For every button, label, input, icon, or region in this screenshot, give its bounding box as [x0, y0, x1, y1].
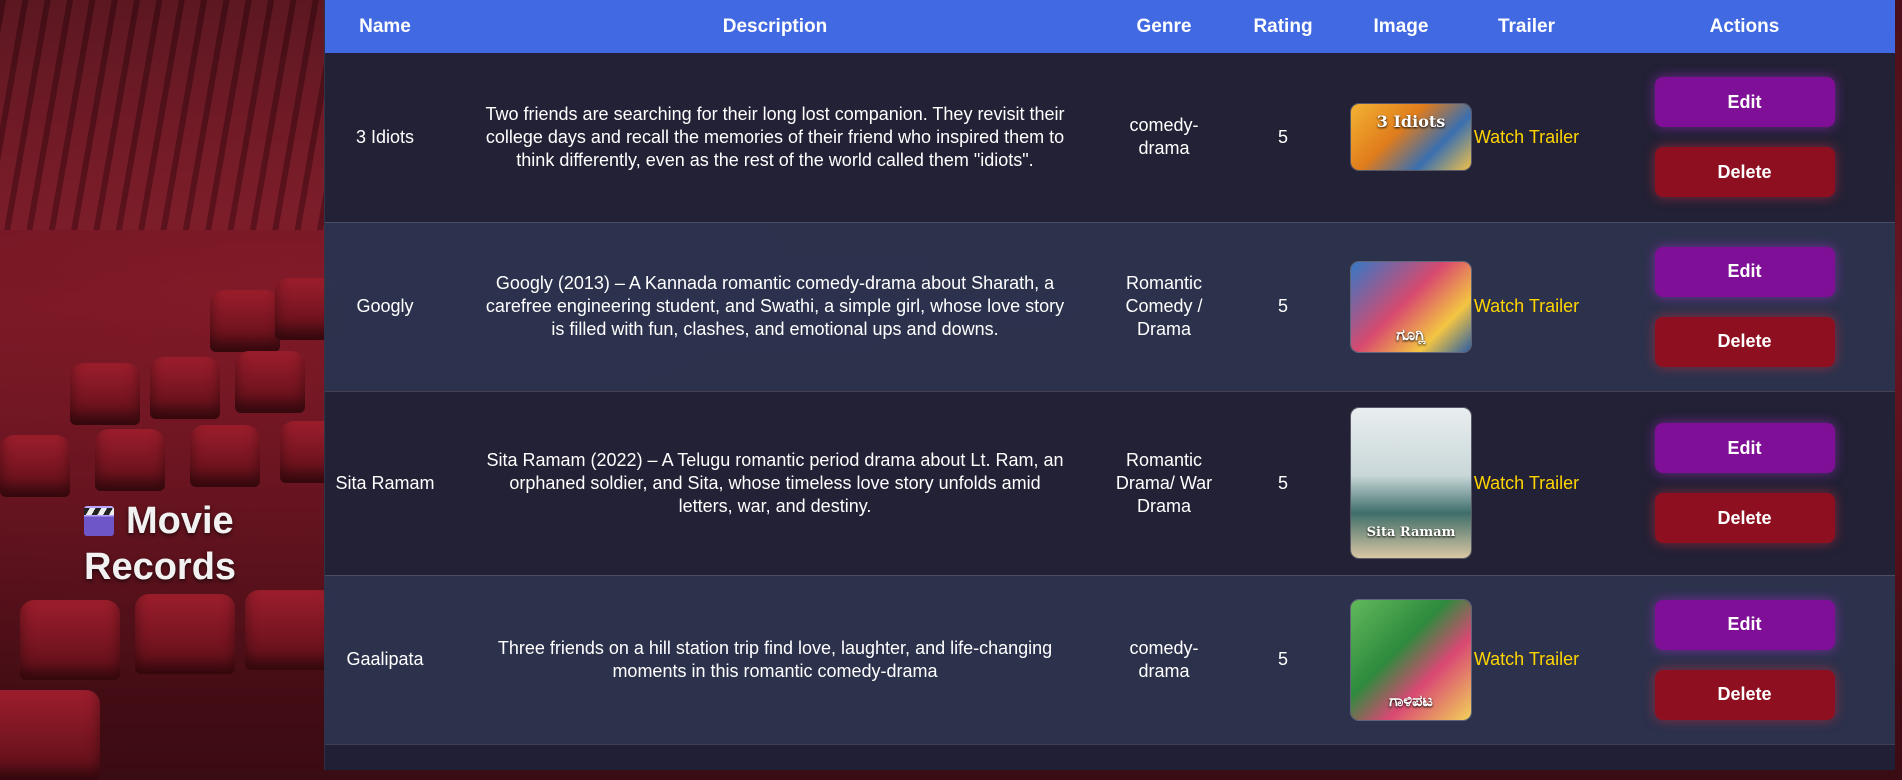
poster-cell: Sita Ramam [1343, 391, 1471, 576]
edit-button[interactable]: Edit [1654, 77, 1835, 128]
poster-title: ಗಾಳಿಪಟ [1389, 690, 1433, 710]
column-header-trailer: Trailer [1459, 0, 1594, 53]
poster-cell: ಗೂಗ್ಲಿ [1343, 222, 1471, 392]
actions-cell: Edit Delete [1594, 53, 1895, 223]
poster-title: 3 Idiots [1376, 112, 1446, 132]
seat [150, 357, 220, 419]
movie-genre: comedy-drama [1105, 575, 1223, 745]
movie-rating: 5 [1223, 391, 1343, 576]
movie-name: Googly [325, 222, 445, 392]
seat [210, 290, 280, 352]
movie-table: Name Description Genre Rating Image Trai… [325, 0, 1895, 745]
seat [70, 363, 140, 425]
movie-description: Two friends are searching for their long… [445, 53, 1105, 223]
poster-cell: ಗಾಳಿಪಟ [1343, 575, 1471, 745]
poster-cell: 3 Idiots [1343, 53, 1471, 223]
movie-description: Sita Ramam (2022) – A Telugu romantic pe… [445, 391, 1105, 576]
edit-button[interactable]: Edit [1654, 599, 1835, 650]
watch-trailer-link[interactable]: Watch Trailer [1474, 296, 1579, 316]
watch-trailer-link[interactable]: Watch Trailer [1474, 473, 1579, 493]
brand-title: Movie Records [84, 498, 314, 590]
movie-rating: 5 [1223, 575, 1343, 745]
poster-title: Sita Ramam [1366, 525, 1456, 540]
column-header-actions: Actions [1594, 0, 1895, 53]
movie-genre: comedy-drama [1105, 53, 1223, 223]
table-row: Gaalipata Three friends on a hill statio… [325, 575, 1895, 745]
seat-row [0, 351, 330, 425]
movie-poster: ಗಾಳಿಪಟ [1351, 599, 1471, 720]
watch-trailer-link[interactable]: Watch Trailer [1474, 127, 1579, 147]
actions-cell: Edit Delete [1594, 391, 1895, 576]
movie-rating: 5 [1223, 53, 1343, 223]
seat [0, 690, 100, 780]
column-header-rating: Rating [1223, 0, 1343, 53]
seat [0, 435, 70, 497]
seat [95, 429, 165, 491]
edit-button[interactable]: Edit [1654, 246, 1835, 297]
table-row: Googly Googly (2013) – A Kannada romanti… [325, 222, 1895, 392]
movie-genre: Romantic Drama/ War Drama [1105, 391, 1223, 576]
seat [20, 600, 120, 680]
movie-poster: ಗೂಗ್ಲಿ [1351, 261, 1471, 352]
seat-row [0, 680, 330, 780]
wall-decoration [0, 0, 330, 230]
trailer-cell: Watch Trailer [1459, 391, 1594, 576]
column-header-image: Image [1343, 0, 1459, 53]
column-header-genre: Genre [1105, 0, 1223, 53]
poster-title: ಗೂಗ್ಲಿ [1396, 324, 1426, 344]
actions-cell: Edit Delete [1594, 575, 1895, 745]
movie-description: Three friends on a hill station trip fin… [445, 575, 1105, 745]
edit-button[interactable]: Edit [1654, 423, 1835, 473]
trailer-cell: Watch Trailer [1459, 53, 1594, 223]
delete-button[interactable]: Delete [1654, 669, 1835, 720]
seat [190, 425, 260, 487]
seat [235, 351, 305, 413]
seat-row [0, 278, 345, 360]
column-header-description: Description [445, 0, 1105, 53]
table-row: 3 Idiots Two friends are searching for t… [325, 53, 1895, 223]
trailer-cell: Watch Trailer [1459, 222, 1594, 392]
movie-genre: Romantic Comedy / Drama [1105, 222, 1223, 392]
column-header-name: Name [325, 0, 445, 53]
actions-cell: Edit Delete [1594, 222, 1895, 392]
movie-poster: Sita Ramam [1351, 408, 1471, 558]
movie-table-panel: Name Description Genre Rating Image Trai… [324, 0, 1895, 770]
trailer-cell: Watch Trailer [1459, 575, 1594, 745]
seat-row [0, 421, 350, 497]
delete-button[interactable]: Delete [1654, 147, 1835, 198]
movie-name: 3 Idiots [325, 53, 445, 223]
movie-description: Googly (2013) – A Kannada romantic comed… [445, 222, 1105, 392]
movie-poster: 3 Idiots [1351, 104, 1471, 171]
table-row: Sita Ramam Sita Ramam (2022) – A Telugu … [325, 391, 1895, 576]
movie-name: Gaalipata [325, 575, 445, 745]
movie-rating: 5 [1223, 222, 1343, 392]
movie-name: Sita Ramam [325, 391, 445, 576]
seat [135, 594, 235, 674]
seat [245, 590, 335, 670]
delete-button[interactable]: Delete [1654, 316, 1835, 367]
table-header-row: Name Description Genre Rating Image Trai… [325, 0, 1895, 53]
delete-button[interactable]: Delete [1654, 493, 1835, 543]
seat-row [0, 590, 335, 680]
clapperboard-icon [84, 506, 114, 536]
watch-trailer-link[interactable]: Watch Trailer [1474, 649, 1579, 669]
